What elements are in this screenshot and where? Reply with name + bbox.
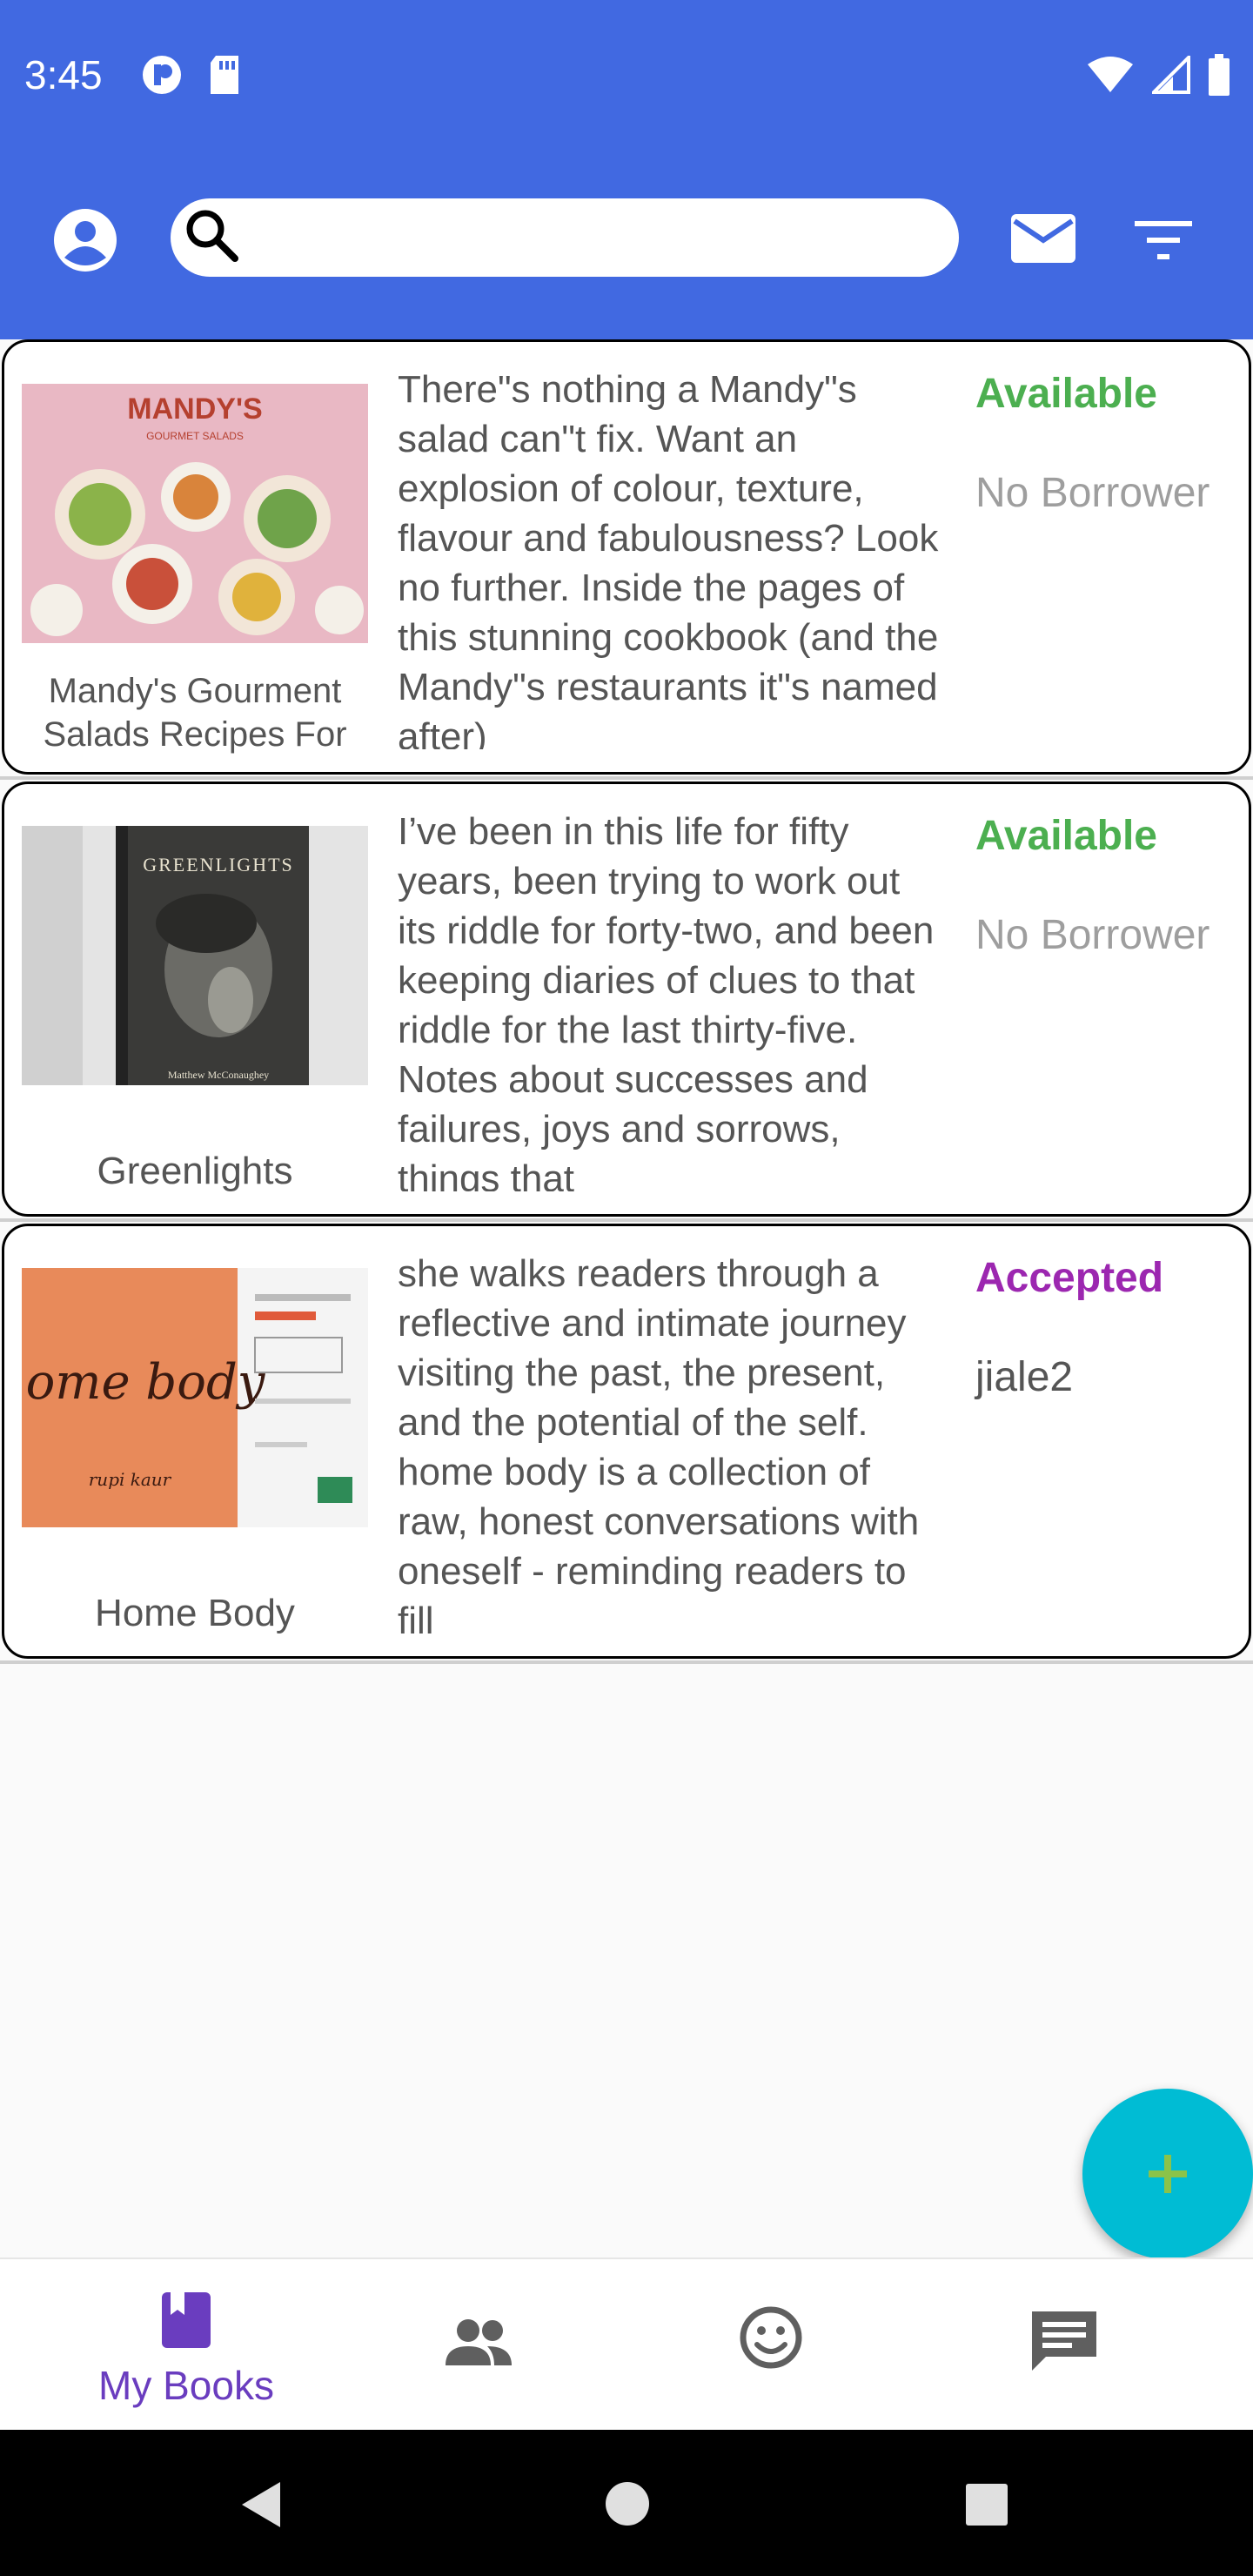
cover-title-text: home body (22, 1354, 266, 1411)
mail-icon[interactable] (1009, 212, 1077, 265)
book-borrower: No Borrower (975, 912, 1210, 958)
book-description: I’ve been in this life for fifty years, … (398, 810, 935, 1191)
nav-messages[interactable] (907, 2259, 1220, 2430)
book-card[interactable]: MANDY'S GOURMET SALADS Mandy's Gourment … (2, 339, 1251, 775)
back-icon[interactable] (237, 2479, 285, 2531)
system-nav-bar (0, 2430, 1253, 2576)
nav-friends[interactable] (322, 2259, 635, 2430)
nav-my-books-label: My Books (98, 2363, 274, 2408)
divider (0, 776, 1253, 780)
cover-title-text: MANDY'S (127, 392, 262, 426)
smiley-icon (740, 2306, 802, 2369)
search-icon (186, 210, 238, 262)
app-bar (0, 151, 1253, 339)
filter-icon[interactable] (1133, 218, 1194, 263)
book-cover-image: GREENLIGHTS Matthew McConaughey (22, 826, 368, 1085)
divider (0, 1218, 1253, 1222)
wifi-icon (1088, 57, 1133, 92)
app-notification-icon (143, 56, 181, 94)
search-input[interactable] (244, 218, 922, 257)
signal-icon (1152, 56, 1190, 94)
nav-my-books[interactable]: My Books (30, 2259, 343, 2430)
plus-icon (1149, 2155, 1187, 2193)
book-status: Available (975, 813, 1157, 859)
search-bar[interactable] (171, 198, 959, 277)
divider (0, 1660, 1253, 1664)
book-icon (162, 2292, 211, 2348)
status-bar: 3:45 (0, 0, 1253, 151)
sd-card-icon (211, 56, 238, 94)
status-right-icons (1086, 54, 1230, 96)
chat-icon (1032, 2311, 1096, 2371)
book-cover-image: MANDY'S GOURMET SALADS (22, 384, 368, 643)
cover-title-text: GREENLIGHTS (143, 854, 294, 875)
book-card[interactable]: home body rupi kaur Home Body she walks … (2, 1224, 1251, 1659)
book-status: Available (975, 371, 1157, 417)
book-description: There"s nothing a Mandy"s salad can"t fi… (398, 368, 939, 749)
home-icon[interactable] (604, 2480, 651, 2527)
book-title: Greenlights (97, 1150, 293, 1192)
cover-subtitle-text: Matthew McConaughey (168, 1069, 269, 1081)
status-time: 3:45 (24, 52, 103, 97)
status-left-icons (141, 54, 242, 96)
people-icon (446, 2319, 512, 2365)
book-borrower: No Borrower (975, 470, 1210, 516)
recents-icon[interactable] (964, 2482, 1009, 2527)
book-card[interactable]: GREENLIGHTS Matthew McConaughey Greenlig… (2, 782, 1251, 1217)
book-title: Home Body (95, 1592, 295, 1634)
add-book-button[interactable] (1082, 2089, 1253, 2259)
account-circle-icon[interactable] (50, 205, 120, 275)
book-status: Accepted (975, 1255, 1164, 1301)
book-description: she walks readers through a reflective a… (398, 1252, 920, 1633)
bottom-nav: My Books (0, 2257, 1253, 2430)
book-borrower: jiale2 (975, 1354, 1074, 1400)
cover-subtitle-text: rupi kaur (89, 1469, 172, 1490)
battery-icon (1209, 54, 1230, 96)
book-cover-image: home body rupi kaur (22, 1268, 368, 1527)
cover-subtitle-text: GOURMET SALADS (146, 430, 244, 442)
book-title: Mandy's Gourment Salads Recipes For (43, 672, 347, 754)
nav-profile[interactable] (614, 2259, 928, 2430)
